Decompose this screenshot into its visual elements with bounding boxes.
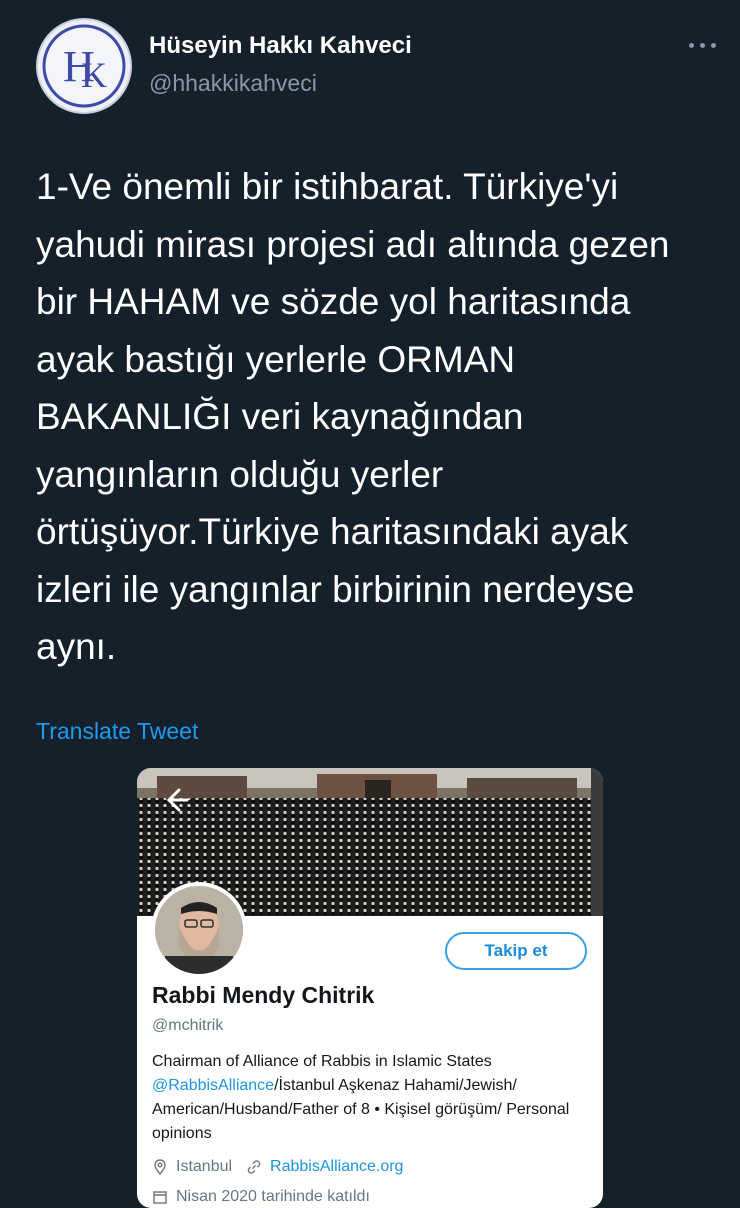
follow-button[interactable]: Takip et — [445, 932, 587, 970]
calendar-icon — [153, 1191, 167, 1204]
tweet-text: 1-Ve önemli bir istihbarat. Türkiye'yi y… — [36, 166, 670, 667]
profile-meta: Istanbul RabbisAlliance.org — [152, 1158, 403, 1176]
author-name[interactable]: Hüseyin Hakkı Kahveci — [149, 32, 412, 60]
bio-mention-link[interactable]: @RabbisAlliance — [152, 1077, 274, 1094]
back-arrow-icon[interactable] — [157, 782, 193, 818]
profile-screenshot-card[interactable]: Takip et Rabbi Mendy Chitrik @mchitrik C… — [137, 768, 603, 1208]
profile-name: Rabbi Mendy Chitrik — [152, 982, 375, 1008]
author-handle[interactable]: @hhakkikahveci — [149, 70, 317, 97]
author-avatar[interactable]: H K — [36, 18, 132, 114]
link-icon — [247, 1160, 261, 1174]
profile-joined: Nisan 2020 tarihinde katıldı — [152, 1188, 370, 1206]
bio-line1: Chairman of Alliance of Rabbis in Islami… — [152, 1053, 492, 1070]
location-icon — [154, 1159, 166, 1175]
profile-joined-text: Nisan 2020 tarihinde katıldı — [176, 1188, 370, 1205]
translate-tweet-link[interactable]: Translate Tweet — [36, 718, 198, 745]
profile-bio: Chairman of Alliance of Rabbis in Islami… — [152, 1050, 592, 1146]
svg-text:K: K — [81, 55, 107, 95]
tweet-header: H K Hüseyin Hakkı Kahveci @hhakkikahveci — [36, 18, 716, 118]
profile-avatar — [151, 882, 247, 978]
profile-handle: @mchitrik — [152, 1017, 224, 1034]
profile-location: Istanbul — [176, 1158, 233, 1175]
more-options-icon[interactable] — [680, 40, 716, 50]
hk-logo-icon: H K — [42, 24, 126, 108]
profile-website-link[interactable]: RabbisAlliance.org — [270, 1158, 403, 1176]
